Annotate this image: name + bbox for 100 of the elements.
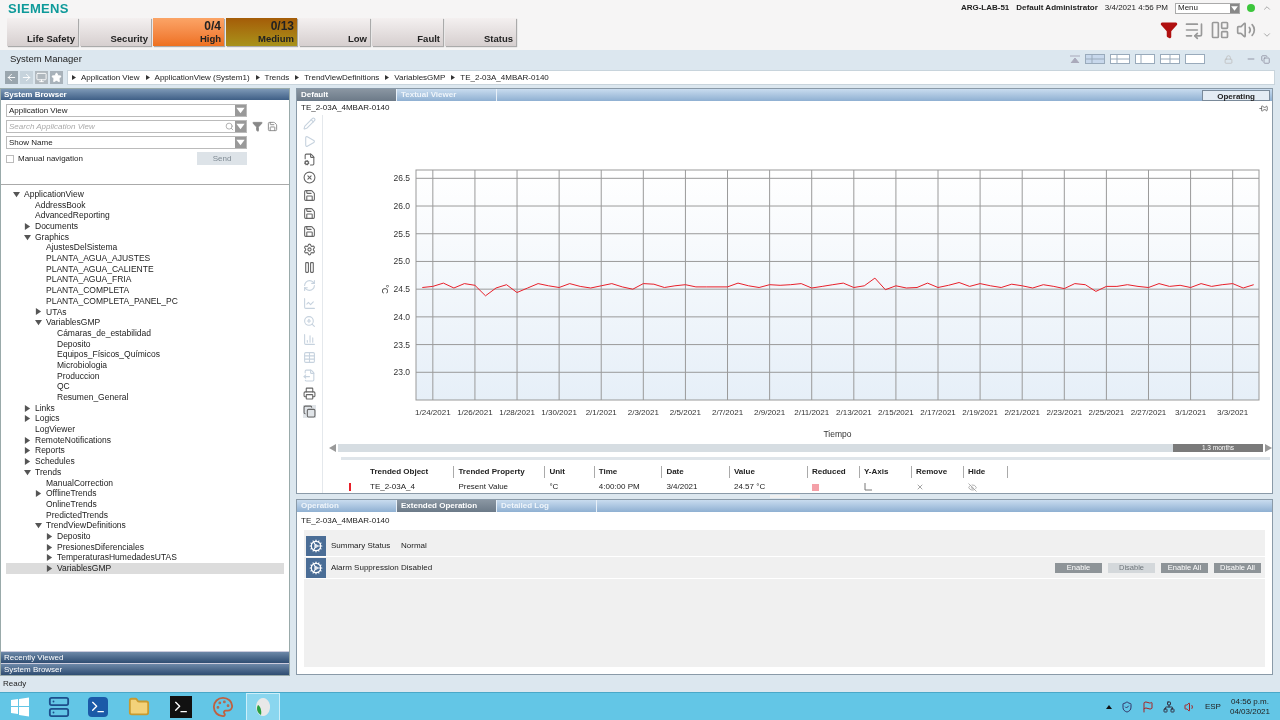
volume-icon[interactable] (1183, 700, 1196, 713)
layout-icon[interactable] (1210, 20, 1230, 40)
scroll-left-icon[interactable] (329, 444, 336, 453)
layout-icon[interactable] (1135, 54, 1155, 64)
tree-item[interactable]: PLANTA_AGUA_FRIA (6, 274, 284, 286)
tree-item[interactable]: PresionesDiferenciales (6, 541, 284, 553)
dropdown-arrow-icon[interactable] (235, 121, 246, 132)
tree-item[interactable]: ManualCorrection (6, 477, 284, 489)
alarm-category-button[interactable]: Status (445, 18, 516, 46)
forward-button[interactable] (20, 71, 33, 84)
checkbox[interactable] (6, 154, 14, 163)
tree-item[interactable]: AddressBook (6, 199, 284, 211)
save-icon[interactable] (267, 121, 278, 132)
layout-icon[interactable] (1185, 54, 1205, 64)
tree-item[interactable]: Produccion (6, 370, 284, 382)
settings-icon[interactable] (303, 243, 316, 256)
tree-item[interactable]: Resumen_General (6, 392, 284, 403)
alarm-category-button[interactable]: Security (80, 18, 151, 46)
search-icon[interactable] (225, 122, 234, 131)
remove-icon[interactable] (915, 483, 924, 491)
scroll-up-icon[interactable] (1262, 3, 1272, 13)
tab[interactable]: Extended Operation (397, 500, 497, 512)
pin-icon[interactable] (1259, 103, 1268, 113)
flag-icon[interactable] (1141, 700, 1154, 713)
view-dropdown[interactable]: Application View (6, 104, 247, 117)
breadcrumb-item[interactable]: ApplicationView (System1) (154, 71, 250, 84)
language-indicator[interactable]: ESP (1204, 700, 1221, 713)
tree-item[interactable]: QC (6, 381, 284, 393)
collapsed-arrow-icon[interactable] (24, 222, 31, 230)
tree-item[interactable]: LogViewer (6, 424, 284, 435)
save-icon[interactable] (303, 225, 316, 238)
breadcrumb-item[interactable]: VariablesGMP (394, 71, 446, 84)
tree-item[interactable]: OfflineTrends (6, 488, 284, 499)
display-dropdown[interactable]: Show Name (6, 136, 247, 149)
tree-item[interactable]: TrendViewDefinitions (6, 520, 284, 531)
tree-item[interactable]: Logics (6, 413, 284, 425)
dropdown-arrow-icon[interactable] (1230, 3, 1239, 13)
collapsed-arrow-icon[interactable] (35, 490, 42, 498)
start-button[interactable] (10, 696, 30, 717)
tree-item[interactable]: UTAs (6, 306, 284, 318)
tree-item[interactable]: Reports (6, 445, 284, 457)
app-button[interactable] (246, 692, 280, 720)
pause-icon[interactable] (303, 261, 316, 274)
breadcrumb-item[interactable]: TE_2-03A_4MBAR-0140 (460, 71, 549, 84)
scroll-down-icon[interactable] (1262, 30, 1272, 40)
alarm-category-button[interactable]: Fault (372, 18, 443, 46)
tree-item[interactable]: PLANTA_COMPLETA_PANEL_PC (6, 295, 284, 307)
tree-item[interactable]: VariablesGMP (6, 317, 284, 328)
shield-icon[interactable] (1120, 700, 1133, 713)
alarm-category-button[interactable]: Low (299, 18, 370, 46)
tree-item[interactable]: OnlineTrends (6, 498, 284, 510)
layout-icon[interactable] (1085, 54, 1105, 64)
restore-icon[interactable] (1261, 54, 1270, 64)
show-hidden-icons[interactable] (1105, 704, 1112, 709)
tree-item[interactable]: TemperaturasHumedadesUTAS (6, 552, 284, 564)
layout-icon[interactable] (1110, 54, 1130, 64)
layout-icon[interactable] (1160, 54, 1180, 64)
tree-item[interactable]: PLANTA_AGUA_AJUSTES (6, 253, 284, 264)
close-circle-icon[interactable] (303, 171, 316, 184)
tree-item[interactable]: AdvancedReporting (6, 210, 284, 222)
tree-item[interactable]: Documents (6, 221, 284, 232)
filter-icon[interactable] (252, 121, 263, 132)
breadcrumb-item[interactable]: Application View (81, 71, 140, 84)
file-gear-icon[interactable] (303, 153, 316, 166)
expanded-arrow-icon[interactable] (35, 522, 42, 530)
mode-button[interactable]: Operating (1202, 90, 1270, 101)
list-icon[interactable] (1184, 20, 1204, 40)
display-button[interactable] (35, 71, 48, 84)
filter-icon[interactable] (1160, 21, 1178, 39)
expanded-arrow-icon[interactable] (24, 468, 31, 476)
save-icon[interactable] (303, 207, 316, 220)
printer-icon[interactable] (303, 387, 316, 400)
tree-item[interactable]: Graphics (6, 231, 284, 243)
dropdown-arrow-icon[interactable] (235, 105, 246, 116)
tree-item[interactable]: PLANTA_COMPLETA (6, 285, 284, 296)
tree-item[interactable]: Deposito (6, 531, 284, 542)
server-icon[interactable] (48, 695, 70, 718)
alarm-category-button[interactable]: 0/4 High (153, 18, 224, 46)
breadcrumb-item[interactable]: Trends (264, 71, 290, 84)
collapsed-arrow-icon[interactable] (35, 308, 42, 316)
save-icon[interactable] (303, 189, 316, 202)
palette-icon[interactable] (212, 695, 234, 718)
hide-icon[interactable] (967, 482, 977, 492)
console-icon[interactable] (170, 695, 192, 718)
tree-item[interactable]: ApplicationView (6, 189, 284, 200)
alarm-category-button[interactable]: 0/13 Medium (226, 18, 297, 46)
expanded-arrow-icon[interactable] (13, 190, 20, 198)
tree-item[interactable]: VariablesGMP (6, 563, 284, 574)
back-button[interactable] (5, 71, 18, 84)
folder-icon[interactable] (128, 695, 150, 718)
clock[interactable]: 04:56 p.m. 04/03/2021 (1229, 696, 1270, 717)
panel-bar[interactable]: System Browser (1, 663, 289, 675)
tree-item[interactable]: PLANTA_AGUA_CALIENTE (6, 263, 284, 275)
network-icon[interactable] (1162, 700, 1175, 713)
scroll-right-icon[interactable] (1265, 444, 1272, 453)
breadcrumb-item[interactable]: TrendViewDefinitions (304, 71, 380, 84)
tree-item[interactable]: Schedules (6, 456, 284, 467)
volume-icon[interactable] (1236, 20, 1256, 40)
tree-item[interactable]: Links (6, 402, 284, 414)
tree-item[interactable]: AjustesDelSistema (6, 242, 284, 254)
